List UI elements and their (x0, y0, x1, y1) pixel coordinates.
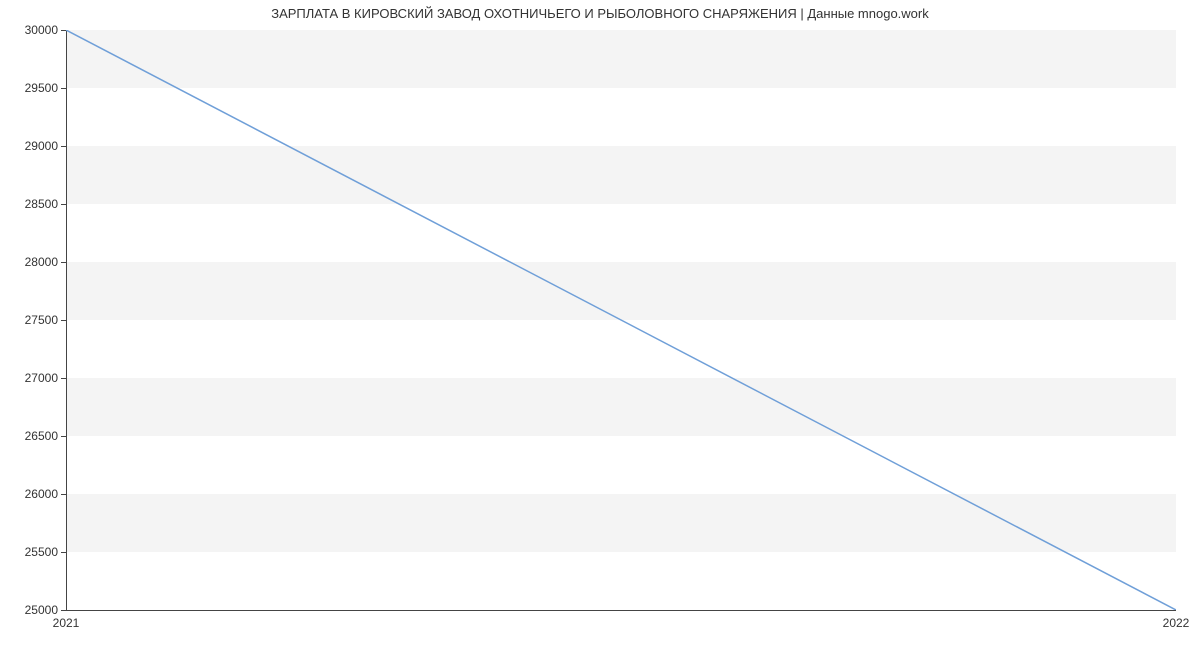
grid-band (66, 262, 1176, 320)
y-tick-label: 27500 (25, 313, 66, 327)
y-tick-label: 30000 (25, 23, 66, 37)
chart-container: ЗАРПЛАТА В КИРОВСКИЙ ЗАВОД ОХОТНИЧЬЕГО И… (0, 0, 1200, 650)
grid-band (66, 146, 1176, 204)
x-tick-label: 2021 (53, 610, 80, 630)
y-tick-label: 25500 (25, 545, 66, 559)
grid-band (66, 30, 1176, 88)
y-tick-label: 26500 (25, 429, 66, 443)
x-tick-label: 2022 (1163, 610, 1190, 630)
y-tick-label: 29500 (25, 81, 66, 95)
y-tick-label: 28000 (25, 255, 66, 269)
y-tick-label: 26000 (25, 487, 66, 501)
grid-band (66, 494, 1176, 552)
y-tick-label: 27000 (25, 371, 66, 385)
chart-title: ЗАРПЛАТА В КИРОВСКИЙ ЗАВОД ОХОТНИЧЬЕГО И… (0, 6, 1200, 21)
y-tick-label: 29000 (25, 139, 66, 153)
grid-band (66, 378, 1176, 436)
plot-area: 25000 25500 26000 26500 27000 27500 2800… (66, 30, 1176, 611)
y-axis-line (66, 30, 67, 610)
y-tick-label: 28500 (25, 197, 66, 211)
